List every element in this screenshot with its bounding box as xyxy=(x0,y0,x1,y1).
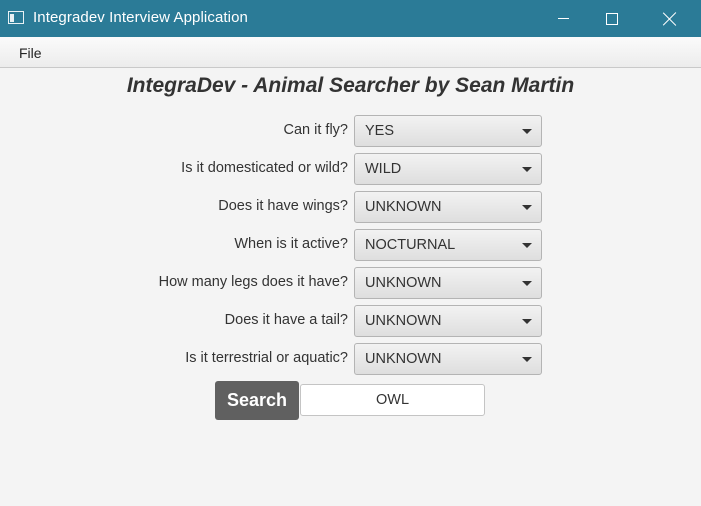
combo-value-active: NOCTURNAL xyxy=(365,237,456,253)
question-row-habitat: Is it terrestrial or aquatic? UNKNOWN xyxy=(0,343,701,375)
close-button[interactable] xyxy=(647,0,693,37)
combo-value-habitat: UNKNOWN xyxy=(365,351,442,367)
chevron-down-icon xyxy=(522,243,532,248)
combo-value-legs: UNKNOWN xyxy=(365,275,442,291)
maximize-icon xyxy=(606,12,618,25)
combo-value-wings: UNKNOWN xyxy=(365,199,442,215)
question-row-domesticated: Is it domesticated or wild? WILD xyxy=(0,153,701,185)
menu-file[interactable]: File xyxy=(19,45,42,61)
chevron-down-icon xyxy=(522,129,532,134)
question-row-wings: Does it have wings? UNKNOWN xyxy=(0,191,701,223)
minimize-button[interactable] xyxy=(540,0,586,37)
question-label-domesticated: Is it domesticated or wild? xyxy=(181,160,348,176)
question-label-tail: Does it have a tail? xyxy=(224,312,348,328)
question-label-wings: Does it have wings? xyxy=(218,198,348,214)
window-title: Integradev Interview Application xyxy=(33,9,248,26)
minimize-icon xyxy=(557,18,569,19)
combo-tail[interactable]: UNKNOWN xyxy=(354,305,542,337)
combo-wings[interactable]: UNKNOWN xyxy=(354,191,542,223)
menu-bar: File xyxy=(0,37,701,68)
question-row-fly: Can it fly? YES xyxy=(0,115,701,147)
question-label-habitat: Is it terrestrial or aquatic? xyxy=(185,350,348,366)
question-row-tail: Does it have a tail? UNKNOWN xyxy=(0,305,701,337)
close-icon xyxy=(663,12,677,26)
chevron-down-icon xyxy=(522,319,532,324)
question-label-active: When is it active? xyxy=(234,236,348,252)
chevron-down-icon xyxy=(522,205,532,210)
chevron-down-icon xyxy=(522,281,532,286)
combo-value-domesticated: WILD xyxy=(365,161,402,177)
title-bar: Integradev Interview Application xyxy=(0,0,701,37)
maximize-button[interactable] xyxy=(589,0,635,37)
question-label-fly: Can it fly? xyxy=(283,122,348,138)
result-field[interactable]: OWL xyxy=(300,384,485,416)
page-title: IntegraDev - Animal Searcher by Sean Mar… xyxy=(126,74,575,97)
app-window-icon xyxy=(8,11,24,24)
chevron-down-icon xyxy=(522,167,532,172)
combo-active[interactable]: NOCTURNAL xyxy=(354,229,542,261)
question-label-legs: How many legs does it have? xyxy=(158,274,348,290)
combo-fly[interactable]: YES xyxy=(354,115,542,147)
question-row-legs: How many legs does it have? UNKNOWN xyxy=(0,267,701,299)
question-row-active: When is it active? NOCTURNAL xyxy=(0,229,701,261)
combo-habitat[interactable]: UNKNOWN xyxy=(354,343,542,375)
combo-legs[interactable]: UNKNOWN xyxy=(354,267,542,299)
combo-value-tail: UNKNOWN xyxy=(365,313,442,329)
search-button[interactable]: Search xyxy=(215,381,299,420)
combo-value-fly: YES xyxy=(365,123,395,139)
combo-domesticated[interactable]: WILD xyxy=(354,153,542,185)
chevron-down-icon xyxy=(522,357,532,362)
